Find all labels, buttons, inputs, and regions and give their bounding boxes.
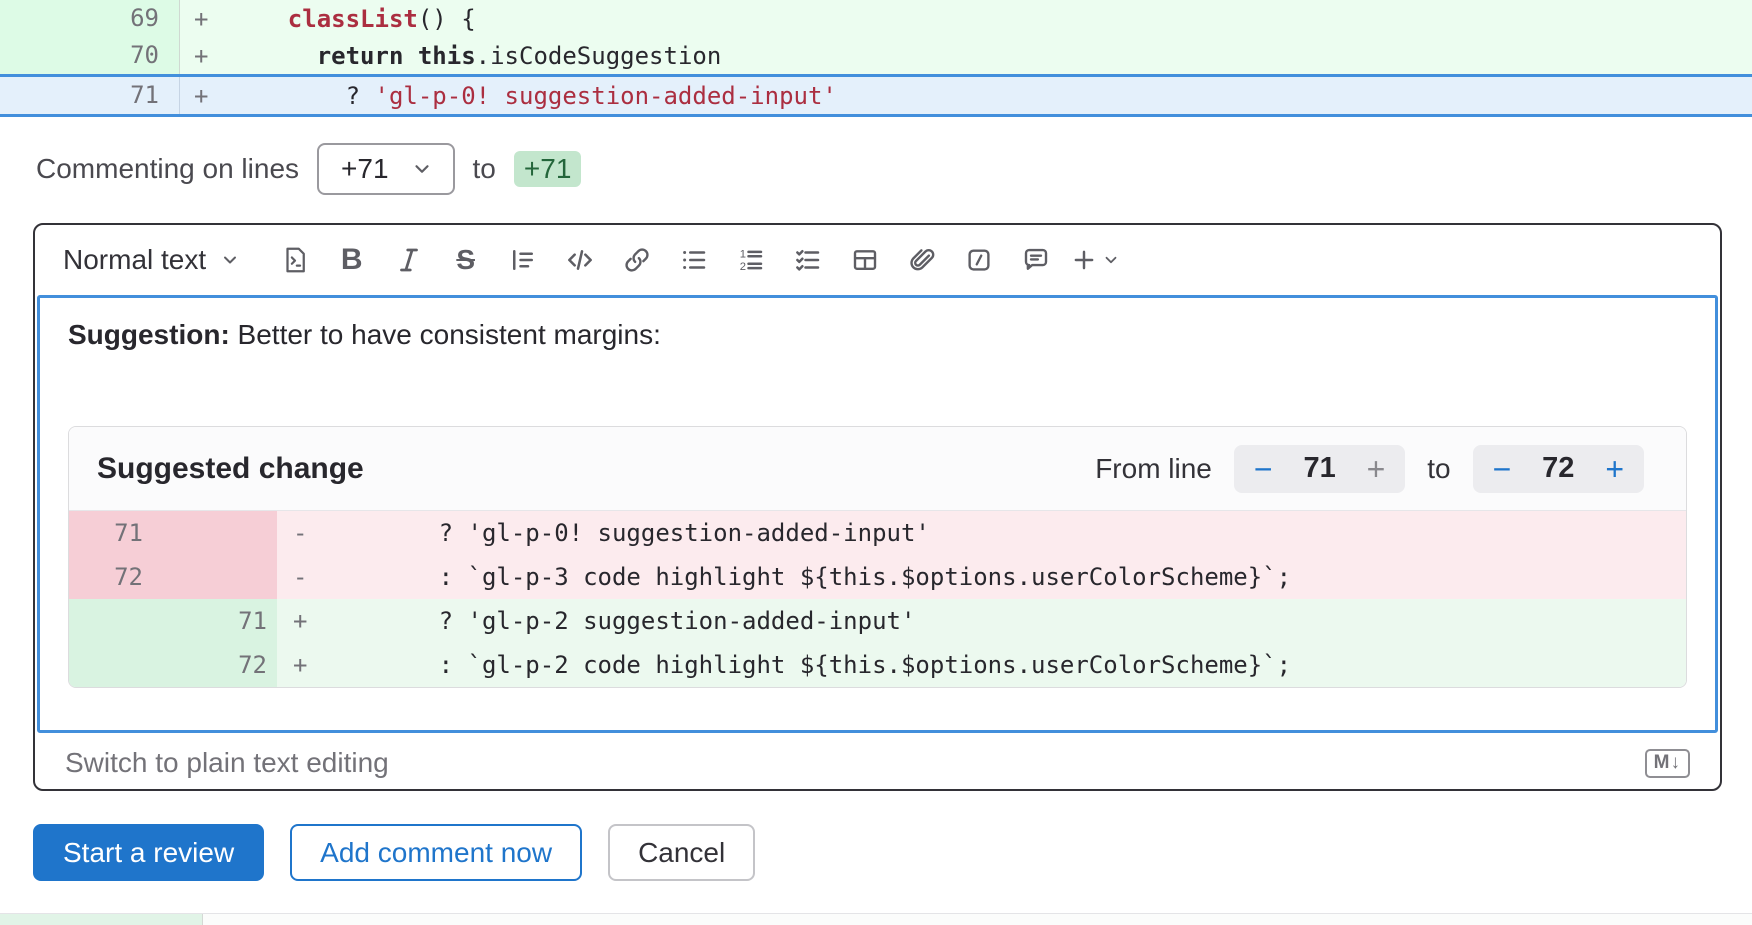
comment-editor: Normal text B S: [33, 223, 1722, 791]
italic-icon[interactable]: [380, 232, 437, 288]
commenting-label: Commenting on lines: [36, 153, 299, 185]
next-diff-code: [203, 914, 1752, 925]
editor-content-area[interactable]: Suggestion: Better to have consistent ma…: [37, 295, 1718, 733]
bold-icon[interactable]: B: [323, 232, 380, 288]
from-line-decrement-button[interactable]: −: [1250, 453, 1277, 485]
to-line-value: 72: [1537, 452, 1579, 485]
from-line-label: From line: [1095, 453, 1212, 485]
table-icon[interactable]: [836, 232, 893, 288]
markdown-icon: M↓: [1645, 749, 1690, 778]
chevron-down-icon: [411, 158, 433, 180]
suggested-change-widget: Suggested change From line − 71 + to − 7…: [68, 426, 1687, 688]
next-diff-gutter: [0, 914, 203, 925]
details-block-icon[interactable]: [950, 232, 1007, 288]
suggestion-line-numbers: 71: [69, 511, 277, 555]
plus-icon: [1070, 246, 1098, 274]
suggestion-line-numbers: 71: [69, 599, 277, 643]
attachment-icon[interactable]: [893, 232, 950, 288]
suggested-change-title: Suggested change: [97, 452, 364, 486]
suggestion-diff-line: 71- ? 'gl-p-0! suggestion-added-input': [69, 511, 1686, 555]
svg-text:2: 2: [739, 261, 745, 273]
task-list-icon[interactable]: [779, 232, 836, 288]
diff-line: 71+ ? 'gl-p-0! suggestion-added-input': [0, 74, 1752, 117]
link-icon[interactable]: [608, 232, 665, 288]
diff-context: 69+ classList() {70+ return this.isCodeS…: [0, 0, 1752, 117]
suggestion-diff-line: 72- : `gl-p-3 code highlight ${this.$opt…: [69, 555, 1686, 599]
line-to-badge: +71: [514, 151, 582, 187]
from-line-increment-button[interactable]: +: [1363, 453, 1390, 485]
code-line: : `gl-p-2 code highlight ${this.$options…: [323, 651, 1291, 679]
diff-marker: -: [277, 519, 323, 547]
to-line-increment-button[interactable]: +: [1601, 453, 1628, 485]
line-number[interactable]: 71: [0, 77, 180, 114]
code-line: classList() {: [230, 5, 1752, 33]
code-line: ? 'gl-p-2 suggestion-added-input': [323, 607, 915, 635]
ordered-list-icon[interactable]: 1 2: [722, 232, 779, 288]
add-comment-now-button[interactable]: Add comment now: [290, 824, 582, 881]
line-number[interactable]: 69: [0, 0, 180, 37]
suggested-change-header: Suggested change From line − 71 + to − 7…: [69, 427, 1686, 511]
editor-footer: Switch to plain text editing M↓: [35, 733, 1720, 791]
from-line-value: 71: [1299, 452, 1341, 485]
switch-to-plain-text-button[interactable]: Switch to plain text editing: [65, 747, 389, 779]
commenting-on-lines-row: Commenting on lines +71 to +71: [0, 117, 1752, 223]
comment-icon[interactable]: [1007, 232, 1064, 288]
to-word: to: [1427, 453, 1450, 485]
diff-line: 70+ return this.isCodeSuggestion: [0, 37, 1752, 74]
text-style-dropdown[interactable]: Normal text: [63, 244, 240, 276]
diff-marker: +: [180, 42, 230, 70]
chevron-down-icon: [220, 250, 240, 270]
code-line: return this.isCodeSuggestion: [230, 42, 1752, 70]
line-from-select[interactable]: +71: [317, 143, 455, 195]
code-icon[interactable]: [551, 232, 608, 288]
to-word: to: [473, 153, 496, 185]
to-line-decrement-button[interactable]: −: [1489, 453, 1516, 485]
diff-comment-page: 69+ classList() {70+ return this.isCodeS…: [0, 0, 1752, 925]
suggestion-diff-line: 72+ : `gl-p-2 code highlight ${this.$opt…: [69, 643, 1686, 687]
text-style-label: Normal text: [63, 244, 206, 276]
suggestion-paragraph: Suggestion: Better to have consistent ma…: [68, 314, 1687, 356]
line-range-controls: From line − 71 + to − 72 +: [1095, 445, 1644, 493]
line-from-value: +71: [341, 153, 389, 185]
bullet-list-icon[interactable]: [665, 232, 722, 288]
comment-actions: Start a review Add comment now Cancel: [33, 824, 1752, 881]
editor-toolbar: Normal text B S: [35, 225, 1720, 295]
chevron-down-icon: [1102, 251, 1120, 269]
diff-line: 69+ classList() {: [0, 0, 1752, 37]
start-review-button[interactable]: Start a review: [33, 824, 264, 881]
quote-icon[interactable]: [494, 232, 551, 288]
more-options-button[interactable]: [1064, 232, 1126, 288]
code-line: : `gl-p-3 code highlight ${this.$options…: [323, 563, 1291, 591]
suggestion-diff-line: 71+ ? 'gl-p-2 suggestion-added-input': [69, 599, 1686, 643]
suggestion-text: Better to have consistent margins:: [230, 319, 661, 350]
code-line: ? 'gl-p-0! suggestion-added-input': [230, 82, 1752, 110]
suggestion-label: Suggestion:: [68, 319, 230, 350]
strikethrough-icon[interactable]: S: [437, 232, 494, 288]
diff-marker: +: [277, 607, 323, 635]
svg-text:1: 1: [739, 249, 745, 261]
next-diff-row-sliver: [0, 913, 1752, 925]
code-line: ? 'gl-p-0! suggestion-added-input': [323, 519, 930, 547]
from-line-stepper: − 71 +: [1234, 445, 1405, 493]
line-number[interactable]: 70: [0, 37, 180, 74]
suggested-change-rows: 71- ? 'gl-p-0! suggestion-added-input'72…: [69, 511, 1686, 687]
suggestion-line-numbers: 72: [69, 643, 277, 687]
diff-marker: -: [277, 563, 323, 591]
to-line-stepper: − 72 +: [1473, 445, 1644, 493]
cancel-button[interactable]: Cancel: [608, 824, 755, 881]
insert-template-icon[interactable]: [266, 232, 323, 288]
diff-marker: +: [180, 5, 230, 33]
diff-marker: +: [180, 82, 230, 110]
suggestion-line-numbers: 72: [69, 555, 277, 599]
diff-marker: +: [277, 651, 323, 679]
